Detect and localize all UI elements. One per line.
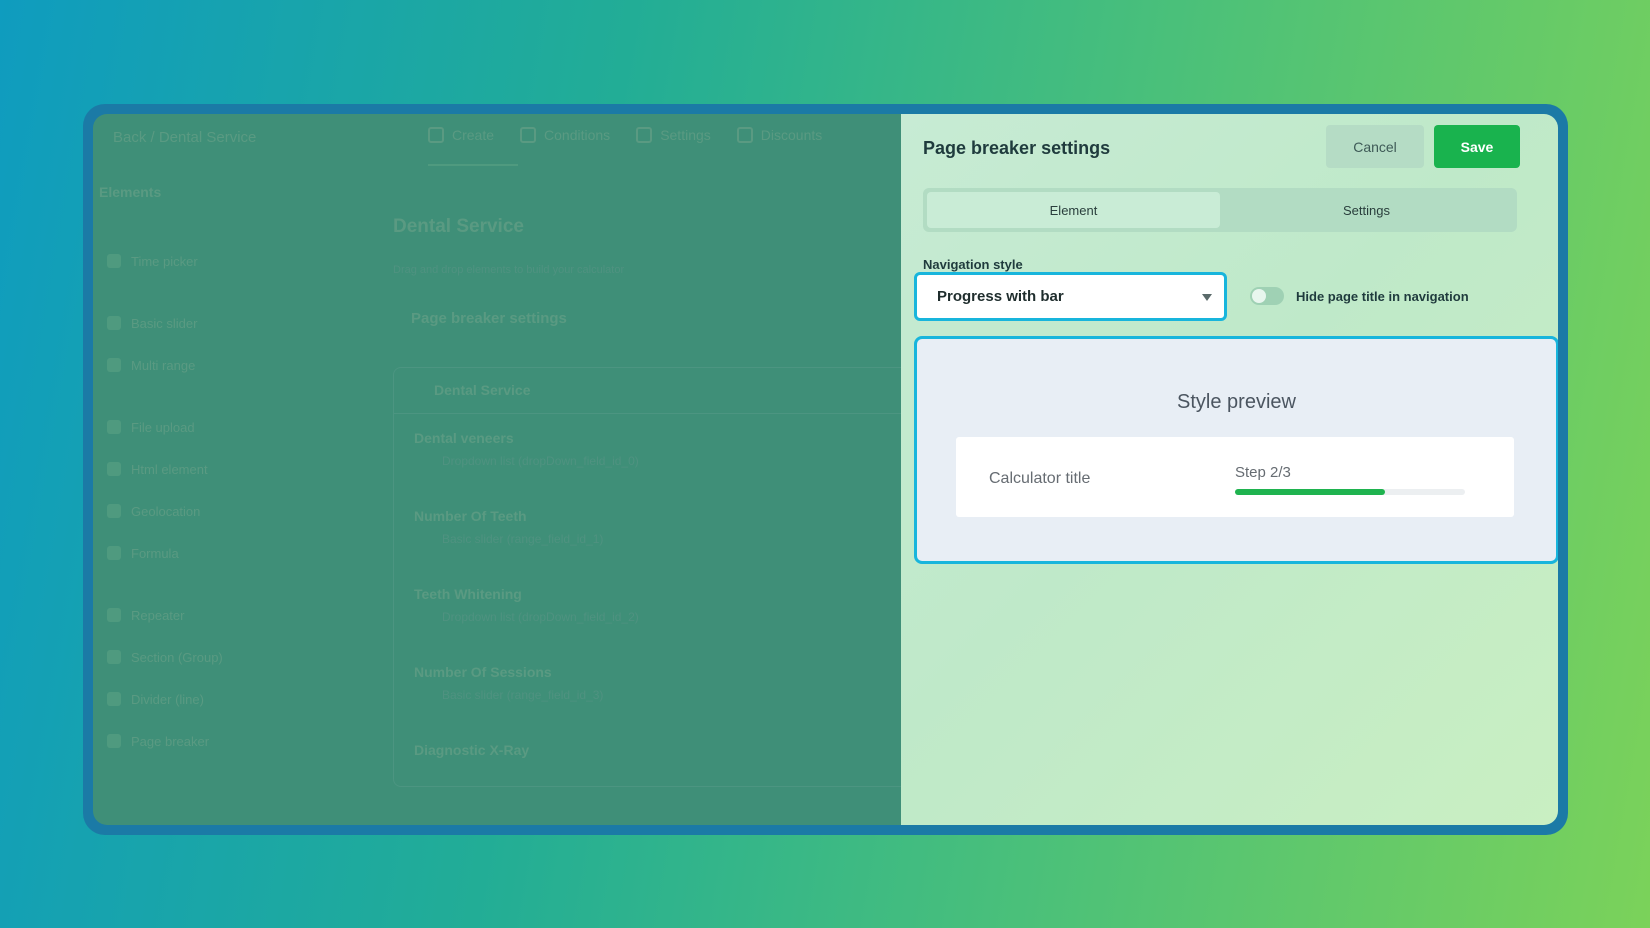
sidebar-item[interactable]: Section (Group): [93, 636, 293, 678]
settings-icon: [636, 127, 653, 143]
sidebar-item-label: Section (Group): [131, 649, 223, 665]
builder-background: Back / Dental Service Create Conditions …: [93, 114, 901, 825]
cancel-button[interactable]: Cancel: [1326, 125, 1424, 168]
list-item[interactable]: Diagnostic X-Ray: [394, 726, 901, 804]
preview-card: Calculator title Step 2/3: [956, 437, 1514, 517]
tab-settings[interactable]: Settings: [636, 127, 711, 143]
element-icon: [107, 650, 121, 664]
navigation-style-label: Navigation style: [923, 257, 1023, 272]
sidebar-item-label: Geolocation: [131, 503, 201, 519]
sidebar-item-label: Repeater: [131, 607, 185, 623]
progress-bar: [1235, 489, 1465, 495]
hide-title-label: Hide page title in navigation: [1296, 289, 1469, 304]
tab-create[interactable]: Create: [428, 127, 494, 143]
sidebar-item-label: Multi range: [131, 357, 196, 373]
list-item-title: Diagnostic X-Ray: [414, 742, 530, 758]
list-item-title: Dental veneers: [414, 430, 514, 446]
list-item[interactable]: Teeth Whitening Dropdown list (dropDown_…: [394, 570, 901, 648]
sidebar-item[interactable]: Formula: [93, 532, 293, 574]
app-frame: Back / Dental Service Create Conditions …: [83, 104, 1568, 835]
sidebar-item-label: Divider (line): [131, 691, 204, 707]
list-item[interactable]: Number Of Teeth Basic slider (range_fiel…: [394, 492, 901, 570]
list-header-label: Dental Service: [434, 382, 531, 398]
sidebar-item[interactable]: Html element: [93, 448, 293, 490]
element-icon: [107, 420, 121, 434]
sidebar-divider: [93, 386, 293, 406]
element-icon: [107, 462, 121, 476]
conditions-icon: [520, 127, 537, 143]
calculator-name: Dental Service: [393, 216, 524, 237]
sidebar-item-label: Html element: [131, 461, 208, 477]
sidebar-item[interactable]: Divider (line): [93, 678, 293, 720]
element-icon: [107, 546, 121, 560]
sidebar-item[interactable]: Basic slider: [93, 302, 293, 344]
breadcrumb[interactable]: Back / Dental Service: [113, 129, 256, 146]
element-list: Dental Service Dental veneers Dropdown l…: [393, 367, 901, 787]
sidebar-item-label: Time picker: [131, 253, 198, 269]
element-icon: [107, 734, 121, 748]
sidebar-item-label: Formula: [131, 545, 179, 561]
chevron-down-icon: [1202, 294, 1212, 301]
sidebar-title: Elements: [99, 184, 162, 200]
step-indicator: Step 2/3: [1235, 464, 1291, 481]
panel-tabs: Element Settings: [923, 188, 1517, 232]
list-item-title: Teeth Whitening: [414, 586, 522, 602]
section-title: Page breaker settings: [411, 310, 567, 327]
tab-settings[interactable]: Settings: [1220, 192, 1513, 228]
sidebar-item-label: Basic slider: [131, 315, 198, 331]
element-icon: [107, 608, 121, 622]
list-item-title: Number Of Teeth: [414, 508, 527, 524]
list-header: Dental Service: [394, 368, 901, 414]
sidebar-divider: [93, 282, 293, 302]
discounts-icon: [736, 127, 753, 143]
element-icon: [107, 504, 121, 518]
sidebar-item-label: File upload: [131, 419, 195, 435]
list-item-title: Number Of Sessions: [414, 664, 552, 680]
tab-discounts-label: Discounts: [760, 127, 823, 143]
tab-discounts[interactable]: Discounts: [736, 127, 823, 143]
navigation-style-value: Progress with bar: [937, 288, 1064, 305]
builder-topbar: Back / Dental Service Create Conditions …: [93, 114, 901, 166]
active-tab-indicator: [428, 164, 518, 166]
tab-create-label: Create: [452, 127, 495, 143]
hide-title-toggle[interactable]: [1250, 287, 1284, 305]
elements-sidebar: Elements Time picker Basic slider Multi …: [93, 184, 293, 762]
sidebar-item[interactable]: Repeater: [93, 594, 293, 636]
element-icon: [107, 358, 121, 372]
list-item-subtitle: Basic slider (range_field_id_1): [442, 532, 604, 546]
panel-title: Page breaker settings: [923, 138, 1111, 158]
tab-settings-label: Settings: [660, 127, 711, 143]
save-button[interactable]: Save: [1434, 125, 1520, 168]
calculator-title: Calculator title: [989, 470, 1091, 487]
style-preview: Style preview Calculator title Step 2/3: [914, 336, 1558, 564]
sidebar-item[interactable]: Multi range: [93, 344, 293, 386]
element-icon: [107, 316, 121, 330]
tab-element[interactable]: Element: [927, 192, 1220, 228]
app-window: Back / Dental Service Create Conditions …: [93, 114, 1558, 825]
list-item[interactable]: Dental veneers Dropdown list (dropDown_f…: [394, 414, 901, 492]
preview-title: Style preview: [1177, 391, 1296, 413]
sidebar-item-label: Page breaker: [131, 733, 210, 749]
calculator-note: Drag and drop elements to build your cal…: [393, 264, 625, 276]
sidebar-divider: [93, 574, 293, 594]
list-item-subtitle: Dropdown list (dropDown_field_id_2): [442, 610, 639, 624]
element-icon: [107, 254, 121, 268]
create-icon: [428, 127, 444, 143]
tab-conditions[interactable]: Conditions: [520, 127, 610, 143]
sidebar-item[interactable]: Geolocation: [93, 490, 293, 532]
sidebar-item[interactable]: File upload: [93, 406, 293, 448]
list-item-subtitle: Dropdown list (dropDown_field_id_0): [442, 454, 639, 468]
settings-panel: Page breaker settings Cancel Save Elemen…: [901, 114, 1558, 825]
toggle-knob: [1252, 289, 1266, 303]
list-item[interactable]: Number Of Sessions Basic slider (range_f…: [394, 648, 901, 726]
progress-bar-fill: [1235, 489, 1385, 495]
sidebar-item[interactable]: Page breaker: [93, 720, 293, 762]
builder-tabs: Create Conditions Settings Discounts: [428, 127, 822, 143]
list-item-subtitle: Basic slider (range_field_id_3): [442, 688, 604, 702]
navigation-style-select[interactable]: Progress with bar: [914, 272, 1227, 321]
element-icon: [107, 692, 121, 706]
sidebar-item[interactable]: Time picker: [93, 240, 293, 282]
tab-conditions-label: Conditions: [544, 127, 611, 143]
